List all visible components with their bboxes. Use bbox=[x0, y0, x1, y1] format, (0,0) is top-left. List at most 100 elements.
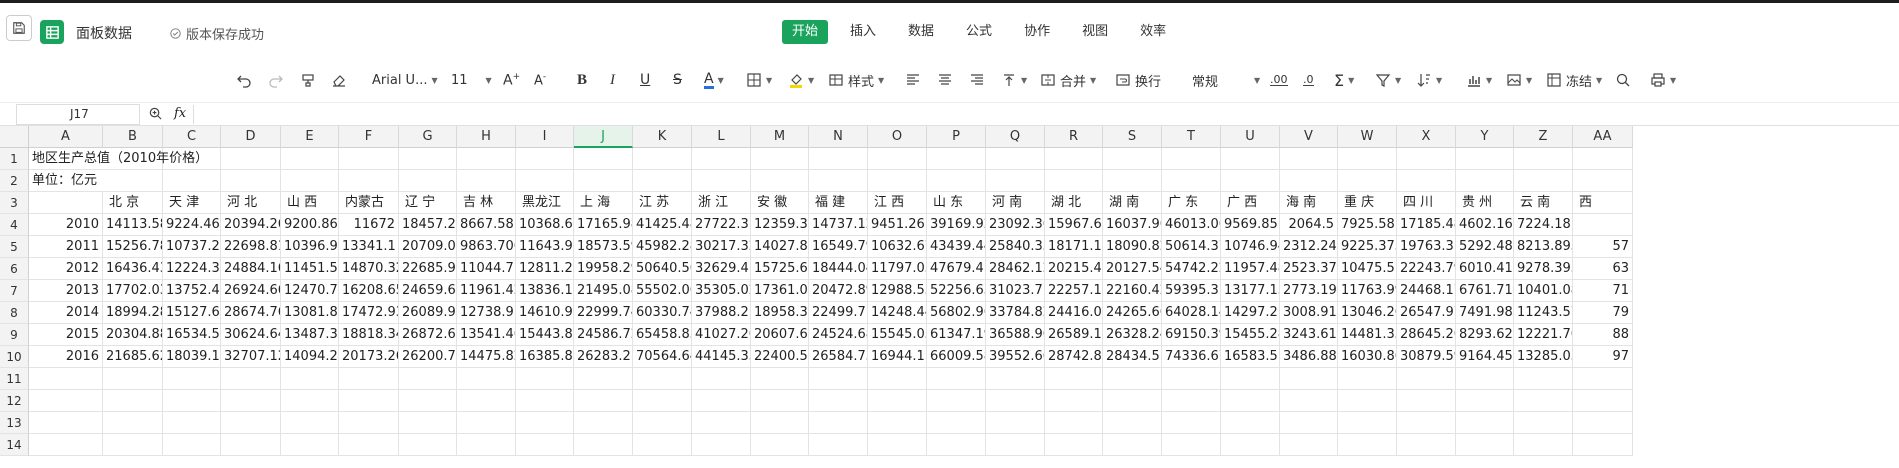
data-cell[interactable]: 30624.64 bbox=[221, 324, 281, 346]
row-header-6[interactable]: 6 bbox=[0, 258, 29, 280]
empty-cell[interactable] bbox=[1221, 368, 1280, 390]
data-cell[interactable]: 22160.42 bbox=[1103, 280, 1162, 302]
data-cell[interactable]: 3243.611 bbox=[1280, 324, 1338, 346]
data-cell[interactable]: 2010 bbox=[29, 214, 103, 236]
data-cell[interactable]: 23092.36 bbox=[986, 214, 1045, 236]
empty-cell[interactable] bbox=[1573, 434, 1633, 456]
data-cell[interactable]: 24884.16 bbox=[221, 258, 281, 280]
empty-cell[interactable] bbox=[692, 412, 751, 434]
data-cell[interactable]: 14870.32 bbox=[339, 258, 399, 280]
empty-cell[interactable] bbox=[751, 368, 809, 390]
column-header-H[interactable]: H bbox=[457, 126, 516, 148]
empty-cell[interactable] bbox=[163, 170, 221, 192]
empty-cell[interactable] bbox=[1338, 412, 1397, 434]
empty-cell[interactable] bbox=[574, 368, 633, 390]
data-cell[interactable]: 14610.99 bbox=[516, 302, 574, 324]
empty-cell[interactable] bbox=[281, 434, 339, 456]
data-cell[interactable]: 10368.6 bbox=[516, 214, 574, 236]
data-cell[interactable]: 11044.71 bbox=[457, 258, 516, 280]
empty-cell[interactable] bbox=[163, 434, 221, 456]
data-cell[interactable]: 25840.35 bbox=[986, 236, 1045, 258]
data-cell[interactable]: 26283.2 bbox=[574, 346, 633, 368]
empty-cell[interactable] bbox=[1397, 148, 1456, 170]
empty-cell[interactable] bbox=[868, 368, 927, 390]
province-header-cell[interactable]: 安 徽 bbox=[751, 192, 809, 214]
sheet-title-cell[interactable]: 地区生产总值（2010年价格） bbox=[29, 148, 208, 170]
province-header-cell[interactable]: 重 庆 bbox=[1338, 192, 1397, 214]
empty-cell[interactable] bbox=[399, 170, 457, 192]
empty-cell[interactable] bbox=[1573, 390, 1633, 412]
wrap-text-button[interactable]: 换行 bbox=[1115, 70, 1161, 90]
data-cell[interactable]: 14248.44 bbox=[868, 302, 927, 324]
empty-cell[interactable] bbox=[574, 390, 633, 412]
column-header-P[interactable]: P bbox=[927, 126, 986, 148]
data-cell[interactable]: 47679.41 bbox=[927, 258, 986, 280]
province-header-cell[interactable]: 山 西 bbox=[281, 192, 339, 214]
data-cell[interactable]: 61347.19 bbox=[927, 324, 986, 346]
data-cell[interactable]: 71 bbox=[1573, 280, 1633, 302]
data-cell[interactable]: 21495.08 bbox=[574, 280, 633, 302]
column-header-Q[interactable]: Q bbox=[986, 126, 1045, 148]
empty-cell[interactable] bbox=[103, 368, 163, 390]
data-cell[interactable]: 17361.08 bbox=[751, 280, 809, 302]
data-cell[interactable]: 26589.13 bbox=[1045, 324, 1103, 346]
empty-cell[interactable] bbox=[339, 412, 399, 434]
empty-cell[interactable] bbox=[809, 434, 868, 456]
empty-cell[interactable] bbox=[1103, 148, 1162, 170]
empty-cell[interactable] bbox=[1221, 390, 1280, 412]
empty-cell[interactable] bbox=[1338, 390, 1397, 412]
empty-cell[interactable] bbox=[457, 412, 516, 434]
row-header-12[interactable]: 12 bbox=[0, 390, 29, 412]
empty-cell[interactable] bbox=[633, 368, 692, 390]
column-header-C[interactable]: C bbox=[163, 126, 221, 148]
empty-cell[interactable] bbox=[986, 368, 1045, 390]
data-cell[interactable]: 13487.34 bbox=[281, 324, 339, 346]
data-cell[interactable]: 16037.96 bbox=[1103, 214, 1162, 236]
data-cell[interactable]: 79 bbox=[1573, 302, 1633, 324]
tab-start[interactable]: 开始 bbox=[782, 20, 829, 44]
empty-cell[interactable] bbox=[516, 148, 574, 170]
data-cell[interactable]: 18573.59 bbox=[574, 236, 633, 258]
data-cell[interactable]: 6761.718 bbox=[1456, 280, 1514, 302]
data-cell[interactable]: 13541.46 bbox=[457, 324, 516, 346]
empty-cell[interactable] bbox=[868, 390, 927, 412]
data-cell[interactable]: 26872.61 bbox=[399, 324, 457, 346]
data-cell[interactable]: 97 bbox=[1573, 346, 1633, 368]
data-cell[interactable]: 20173.26 bbox=[339, 346, 399, 368]
data-cell[interactable]: 2064.5 bbox=[1280, 214, 1338, 236]
column-header-B[interactable]: B bbox=[103, 126, 163, 148]
empty-cell[interactable] bbox=[1456, 434, 1514, 456]
data-cell[interactable]: 24659.65 bbox=[399, 280, 457, 302]
empty-cell[interactable] bbox=[927, 148, 986, 170]
empty-cell[interactable] bbox=[457, 368, 516, 390]
data-cell[interactable]: 33784.82 bbox=[986, 302, 1045, 324]
data-cell[interactable]: 24468.17 bbox=[1397, 280, 1456, 302]
data-cell[interactable]: 10737.27 bbox=[163, 236, 221, 258]
empty-cell[interactable] bbox=[574, 170, 633, 192]
data-cell[interactable]: 12470.74 bbox=[281, 280, 339, 302]
empty-cell[interactable] bbox=[1045, 434, 1103, 456]
empty-cell[interactable] bbox=[1514, 390, 1573, 412]
tab-data[interactable]: 数据 bbox=[898, 20, 944, 44]
empty-cell[interactable] bbox=[692, 148, 751, 170]
empty-cell[interactable] bbox=[221, 368, 281, 390]
column-header-F[interactable]: F bbox=[339, 126, 399, 148]
empty-cell[interactable] bbox=[281, 368, 339, 390]
data-cell[interactable]: 41027.26 bbox=[692, 324, 751, 346]
empty-cell[interactable] bbox=[1573, 148, 1633, 170]
data-cell[interactable]: 20394.26 bbox=[221, 214, 281, 236]
province-header-cell[interactable]: 江 苏 bbox=[633, 192, 692, 214]
empty-cell[interactable] bbox=[399, 368, 457, 390]
data-cell[interactable]: 20709.06 bbox=[399, 236, 457, 258]
tab-formula[interactable]: 公式 bbox=[956, 20, 1002, 44]
empty-cell[interactable] bbox=[1514, 170, 1573, 192]
data-cell[interactable]: 26924.66 bbox=[221, 280, 281, 302]
column-header-A[interactable]: A bbox=[29, 126, 103, 148]
data-cell[interactable]: 28674.76 bbox=[221, 302, 281, 324]
empty-cell[interactable] bbox=[1162, 390, 1221, 412]
data-cell[interactable]: 46013.06 bbox=[1162, 214, 1221, 236]
empty-cell[interactable] bbox=[868, 170, 927, 192]
data-cell[interactable]: 11643.94 bbox=[516, 236, 574, 258]
column-header-S[interactable]: S bbox=[1103, 126, 1162, 148]
data-cell[interactable]: 7925.58 bbox=[1338, 214, 1397, 236]
